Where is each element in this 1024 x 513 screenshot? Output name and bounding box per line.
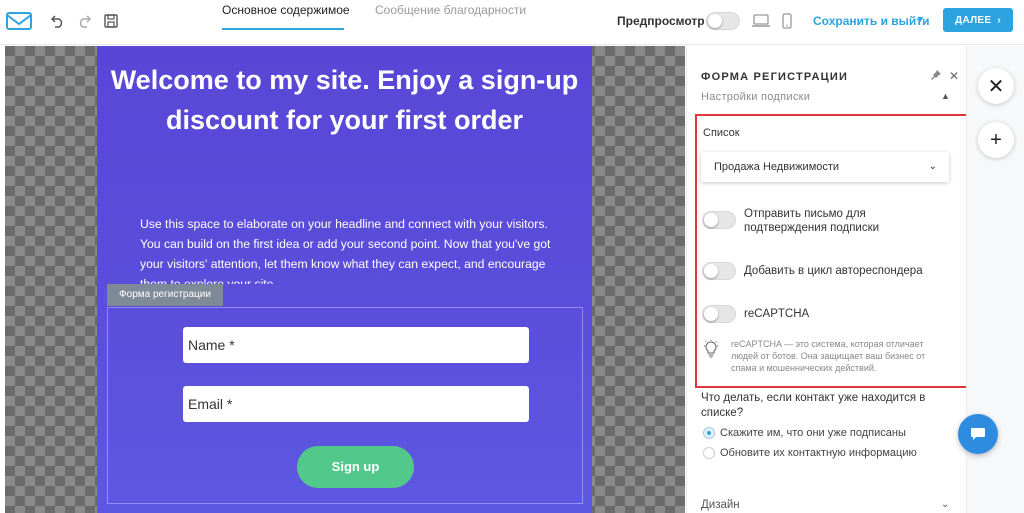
chevron-up-icon[interactable]: ▲ [941, 91, 950, 101]
radio-tell-subscribed-label[interactable]: Скажите им, что они уже подписаны [720, 427, 906, 439]
recaptcha-hint: reCAPTCHA — это система, которая отличае… [731, 339, 926, 373]
form-body-text[interactable]: Use this space to elaborate on your head… [140, 214, 560, 284]
chevron-right-icon: › [997, 14, 1001, 26]
name-field[interactable]: Name * [183, 327, 529, 363]
confirmation-email-toggle[interactable] [702, 211, 736, 229]
preview-toggle[interactable] [706, 12, 740, 30]
plus-icon[interactable]: + [978, 122, 1014, 158]
tab-main-content[interactable]: Основное содержимое [222, 4, 350, 31]
signup-form-card[interactable]: Welcome to my site. Enjoy a sign-up disc… [97, 46, 592, 513]
existing-contact-question: Что делать, если контакт уже находится в… [701, 392, 926, 419]
toggle-knob [704, 307, 718, 321]
pin-icon[interactable] [931, 70, 941, 82]
list-label: Список [703, 127, 740, 139]
list-select-value: Продажа Недвижимости [714, 161, 840, 173]
form-block-tag[interactable]: Форма регистрации [107, 284, 223, 306]
autoresponder-label: Добавить в цикл автореспондера [744, 265, 923, 277]
close-icon[interactable]: ✕ [978, 68, 1014, 104]
autoresponder-toggle[interactable] [702, 262, 736, 280]
save-and-exit-button[interactable]: Сохранить и выйти [813, 14, 930, 28]
logo-envelope-icon[interactable] [6, 12, 32, 35]
list-select[interactable]: Продажа Недвижимости ⌄ [701, 152, 949, 182]
panel-title: ФОРМА РЕГИСТРАЦИИ [701, 71, 849, 83]
chat-icon[interactable] [958, 414, 998, 454]
top-toolbar: Основное содержимое Сообщение благодарно… [0, 0, 1024, 45]
radio-update-contact-label[interactable]: Обновите их контактную информацию [720, 447, 917, 459]
save-icon[interactable] [101, 11, 121, 31]
confirmation-email-label: Отправить письмо для подтверждения подпи… [744, 208, 880, 234]
settings-panel: ФОРМА РЕГИСТРАЦИИ ✕ Настройки подписки ▲… [686, 46, 972, 513]
subscription-settings-header[interactable]: Настройки подписки [701, 91, 810, 103]
redo-icon[interactable] [74, 11, 94, 31]
preview-label: Предпросмотр [617, 14, 705, 28]
undo-icon[interactable] [48, 11, 68, 31]
radio-update-contact[interactable] [703, 447, 715, 459]
desktop-icon[interactable] [751, 11, 771, 31]
mobile-icon[interactable] [777, 11, 797, 31]
lightbulb-icon [703, 340, 719, 363]
next-button-label: ДАЛЕЕ [955, 14, 992, 26]
toggle-knob [704, 264, 718, 278]
recaptcha-label: reCAPTCHA [744, 308, 810, 320]
chevron-down-icon[interactable]: ⌄ [941, 499, 949, 510]
form-headline[interactable]: Welcome to my site. Enjoy a sign-up disc… [97, 60, 592, 140]
recaptcha-toggle[interactable] [702, 305, 736, 323]
next-button[interactable]: ДАЛЕЕ › [943, 8, 1013, 32]
chevron-down-icon: ⌄ [928, 161, 937, 172]
toggle-knob [708, 14, 722, 28]
email-field[interactable]: Email * [183, 386, 529, 422]
design-section-header[interactable]: Дизайн [701, 499, 740, 511]
save-dropdown-caret-icon[interactable]: ▼ [916, 14, 925, 24]
radio-tell-subscribed[interactable] [703, 427, 715, 439]
sign-up-button[interactable]: Sign up [297, 446, 414, 488]
active-tab-underline [222, 28, 344, 30]
editor-canvas: Welcome to my site. Enjoy a sign-up disc… [5, 46, 685, 513]
toggle-knob [704, 213, 718, 227]
close-panel-icon[interactable]: ✕ [949, 69, 959, 83]
form-block[interactable]: Name * Email * Sign up [107, 307, 583, 504]
tab-thank-you-message[interactable]: Сообщение благодарности [375, 4, 526, 31]
